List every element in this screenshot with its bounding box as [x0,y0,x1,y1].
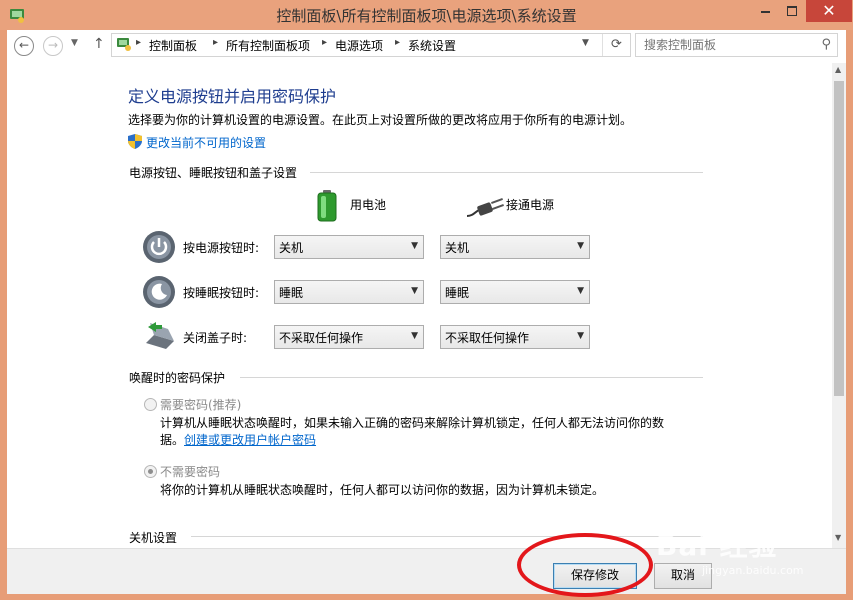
no-password-radio[interactable] [144,465,157,478]
page-title: 定义电源按钮并启用密码保护 [128,87,337,106]
navigation-bar: ← → ▼ ↑ ▸ 控制面板 ▸ 所有控制面板项 ▸ 电源选项 ▸ 系统设置 ▼… [7,30,846,61]
require-password-radio[interactable] [144,398,157,411]
select-value: 睡眠 [279,286,304,300]
password-section-header: 唤醒时的密码保护 [129,371,226,385]
create-password-link[interactable]: 创建或更改用户帐户密码 [184,433,316,447]
shutdown-section-header: 关机设置 [129,531,178,545]
chevron-down-icon: ▼ [577,286,584,296]
back-button[interactable]: ← [14,36,34,56]
window-title: 控制面板\所有控制面板项\电源选项\系统设置 [276,7,577,25]
watermark-main-text: Bai 经验 [656,529,778,562]
chevron-down-icon: ▼ [411,331,418,341]
select-value: 不采取任何操作 [279,331,364,345]
select-value: 睡眠 [445,286,470,300]
search-box[interactable]: ⚲ [635,33,838,57]
battery-column-label: 用电池 [350,198,387,212]
sleep-button-label: 按睡眠按钮时: [183,286,260,300]
search-input[interactable] [642,36,816,54]
no-password-description: 将你的计算机从睡眠状态唤醒时，任何人都可以访问你的数据，因为计算机未锁定。 [160,483,605,497]
up-button[interactable]: ↑ [93,36,105,52]
breadcrumb-separator-icon: ▸ [395,37,401,48]
window-client-area: ← → ▼ ↑ ▸ 控制面板 ▸ 所有控制面板项 ▸ 电源选项 ▸ 系统设置 ▼… [7,30,846,594]
lid-close-plugged-select[interactable]: 不采取任何操作 ▼ [440,325,590,349]
description-text: 据。 [160,433,185,447]
address-bar[interactable]: ▸ 控制面板 ▸ 所有控制面板项 ▸ 电源选项 ▸ 系统设置 ▼ ⟳ [111,33,631,57]
maximize-button[interactable] [779,0,805,22]
require-password-description-cont: 据。创建或更改用户帐户密码 [160,431,316,448]
breadcrumb-separator-icon: ▸ [136,37,142,48]
recent-locations-icon[interactable]: ▼ [71,38,78,48]
require-password-label: 需要密码(推荐) [160,398,242,412]
chevron-down-icon: ▼ [411,241,418,251]
chevron-down-icon: ▼ [577,241,584,251]
require-password-description: 计算机从睡眠状态唤醒时，如果未输入正确的密码来解除计算机锁定，任何人都无法访问你… [160,416,665,430]
minimize-button[interactable] [752,0,778,22]
power-button-plugged-select[interactable]: 关机 ▼ [440,235,590,259]
sleep-button-battery-select[interactable]: 睡眠 ▼ [274,280,424,304]
sleep-button-plugged-select[interactable]: 睡眠 ▼ [440,280,590,304]
address-dropdown-icon[interactable]: ▼ [582,38,589,48]
breadcrumb-system-settings[interactable]: 系统设置 [408,37,456,54]
power-button-icon [143,231,175,263]
control-panel-window: 控制面板\所有控制面板项\电源选项\系统设置 ✕ ← → ▼ ↑ ▸ 控制面板 … [0,0,853,600]
breadcrumb-all-items[interactable]: 所有控制面板项 [226,37,310,54]
select-value: 不采取任何操作 [445,331,530,345]
section-divider [240,377,703,378]
chevron-down-icon: ▼ [577,331,584,341]
lid-close-battery-select[interactable]: 不采取任何操作 ▼ [274,325,424,349]
title-bar[interactable]: 控制面板\所有控制面板项\电源选项\系统设置 ✕ [0,0,853,30]
baidu-jingyan-watermark: Bai 经验 jingyan.baidu.com [654,524,804,584]
breadcrumb-separator-icon: ▸ [322,37,328,48]
scroll-up-icon[interactable]: ▲ [835,65,841,74]
lid-close-label: 关闭盖子时: [183,331,248,345]
breadcrumb-control-panel[interactable]: 控制面板 [149,37,197,54]
breadcrumb-power-options[interactable]: 电源选项 [335,37,383,54]
red-annotation-ellipse [517,533,653,597]
chevron-down-icon: ▼ [411,286,418,296]
forward-button[interactable]: → [43,36,63,56]
uac-shield-icon [128,134,142,149]
power-plug-icon [467,198,504,217]
battery-icon [317,190,337,222]
watermark-sub-text: jingyan.baidu.com [702,564,804,577]
search-icon[interactable]: ⚲ [821,37,831,52]
settings-content: 定义电源按钮并启用密码保护 选择要为你的计算机设置的电源设置。在此页上对设置所做… [7,63,829,548]
close-button[interactable]: ✕ [806,0,852,22]
scrollbar-thumb[interactable] [834,81,844,396]
control-panel-icon [117,38,131,51]
buttons-section-header: 电源按钮、睡眠按钮和盖子设置 [129,166,298,180]
no-password-label: 不需要密码 [160,465,221,479]
sleep-button-icon [143,276,175,308]
vertical-scrollbar[interactable]: ▲ ▼ [832,63,846,548]
close-icon: ✕ [822,1,836,20]
power-button-battery-select[interactable]: 关机 ▼ [274,235,424,259]
scroll-down-icon[interactable]: ▼ [835,533,841,542]
section-divider [191,536,703,537]
refresh-button[interactable]: ⟳ [602,34,630,56]
breadcrumb-separator-icon: ▸ [213,37,219,48]
page-description: 选择要为你的计算机设置的电源设置。在此页上对设置所做的更改将应用于你所有的电源计… [128,113,633,127]
select-value: 关机 [445,241,470,255]
section-divider [310,172,703,173]
plugged-in-column-label: 接通电源 [506,198,555,212]
laptop-lid-icon [146,322,174,349]
select-value: 关机 [279,241,304,255]
power-button-label: 按电源按钮时: [183,241,260,255]
change-settings-link-text[interactable]: 更改当前不可用的设置 [146,134,266,151]
